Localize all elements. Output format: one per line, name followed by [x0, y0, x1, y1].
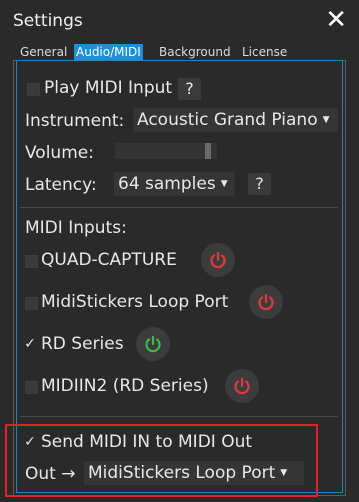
- chevron-down-icon: ▼: [220, 179, 228, 189]
- midi-input-checkbox-quad-capture[interactable]: [25, 255, 38, 268]
- power-icon-rd-series[interactable]: [136, 327, 170, 361]
- play-midi-label: Play MIDI Input: [44, 78, 173, 98]
- highlight-box: [5, 424, 318, 497]
- tab-audio-midi[interactable]: Audio/MIDI: [74, 44, 143, 60]
- title-bar: Settings ✕: [0, 0, 359, 40]
- tab-general[interactable]: General: [20, 44, 67, 60]
- power-icon-midistickers[interactable]: [249, 285, 283, 319]
- divider: [20, 416, 338, 417]
- volume-label: Volume:: [25, 143, 94, 163]
- play-midi-help-button[interactable]: ?: [178, 78, 201, 100]
- midi-input-checkbox-midistickers[interactable]: [25, 297, 38, 310]
- midi-inputs-heading: MIDI Inputs:: [25, 218, 127, 238]
- midi-input-label-midiin2: MIDIIN2 (RD Series): [41, 376, 209, 396]
- tab-license[interactable]: License: [242, 44, 287, 60]
- midi-input-label-midistickers: MidiStickers Loop Port: [41, 292, 229, 312]
- instrument-value: Acoustic Grand Piano: [137, 110, 318, 130]
- divider: [20, 207, 338, 208]
- volume-slider-thumb[interactable]: [205, 143, 211, 159]
- power-icon-quad-capture[interactable]: [201, 243, 235, 277]
- play-midi-checkbox[interactable]: [27, 83, 40, 96]
- midi-input-checkbox-midiin2[interactable]: [25, 381, 38, 394]
- midi-input-label-rd-series: RD Series: [41, 334, 124, 354]
- close-icon[interactable]: ✕: [325, 7, 347, 33]
- latency-value: 64 samples: [118, 174, 216, 194]
- instrument-dropdown[interactable]: Acoustic Grand Piano ▼: [133, 108, 338, 132]
- volume-slider[interactable]: [115, 143, 217, 159]
- latency-dropdown[interactable]: 64 samples ▼: [114, 172, 235, 196]
- check-icon-rd-series[interactable]: ✓: [23, 336, 37, 352]
- midi-input-label-quad-capture: QUAD-CAPTURE: [41, 250, 177, 270]
- tab-background[interactable]: Background: [159, 44, 231, 60]
- window-title: Settings: [13, 11, 83, 31]
- chevron-down-icon: ▼: [322, 115, 330, 125]
- latency-label: Latency:: [25, 175, 97, 195]
- instrument-label: Instrument:: [25, 111, 125, 131]
- latency-help-button[interactable]: ?: [248, 173, 271, 195]
- power-icon-midiin2[interactable]: [225, 369, 259, 403]
